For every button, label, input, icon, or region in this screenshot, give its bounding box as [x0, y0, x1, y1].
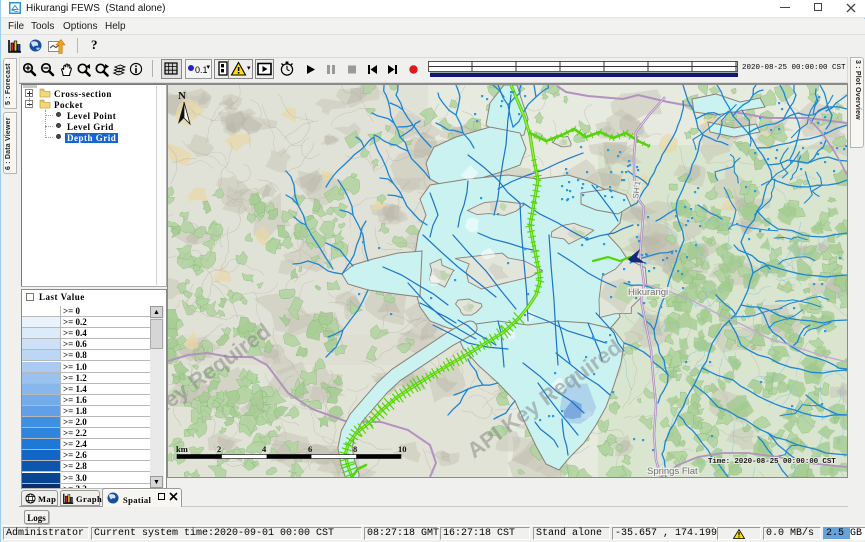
svg-text:Hikurangi: Hikurangi [628, 287, 668, 298]
svg-text:10: 10 [398, 444, 407, 454]
svg-text:km: km [176, 444, 188, 454]
svg-text:N: N [178, 90, 186, 102]
svg-text:Time: 2020-08-25 00:00:00 CST: Time: 2020-08-25 00:00:00 CST [708, 458, 836, 466]
svg-text:Springs Flat: Springs Flat [647, 466, 698, 477]
svg-text:2: 2 [217, 444, 221, 454]
svg-text:8: 8 [353, 444, 357, 454]
svg-text:6: 6 [308, 444, 312, 454]
